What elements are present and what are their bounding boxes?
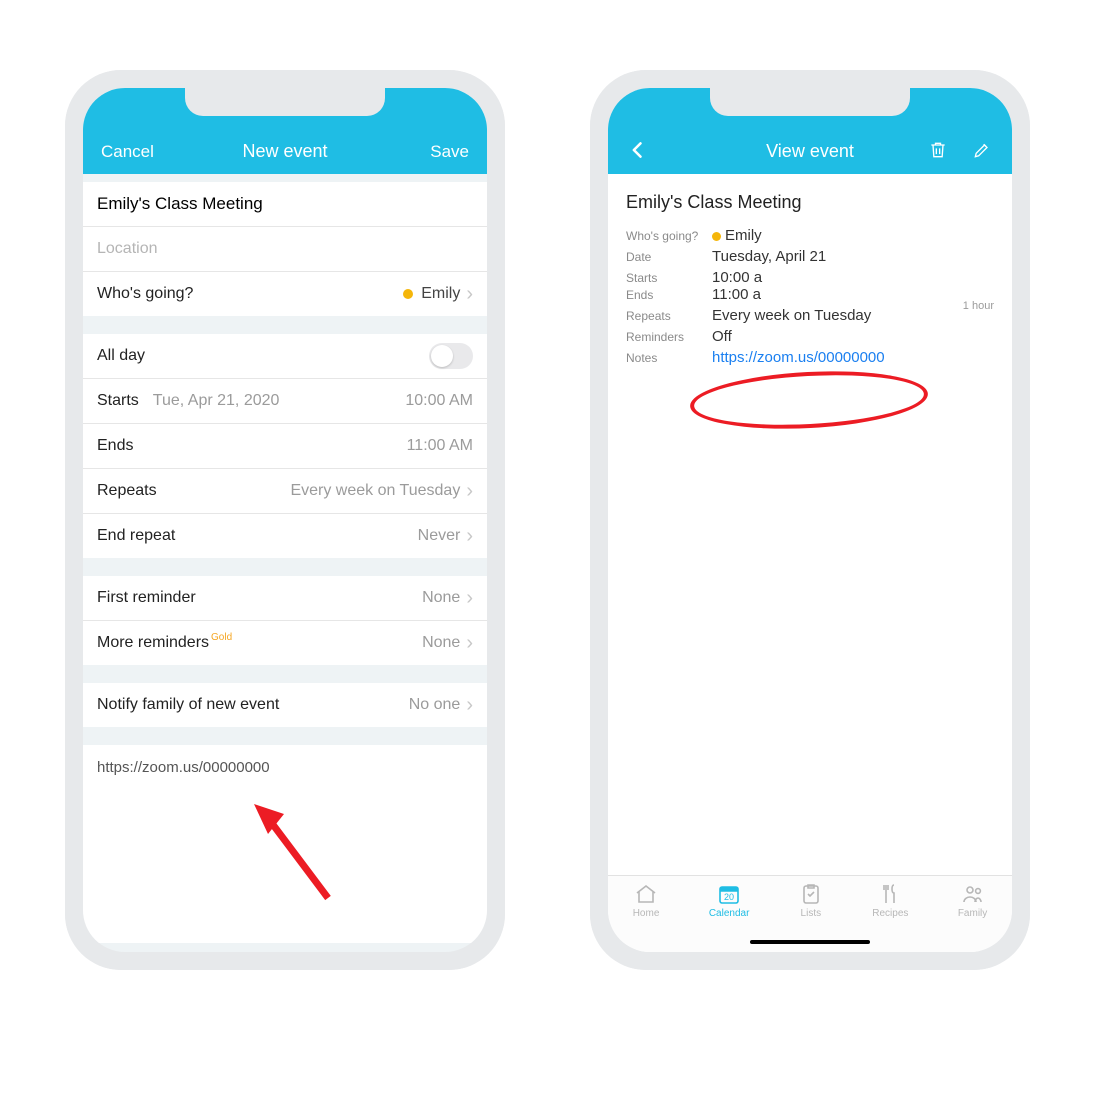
whos-going-label: Who's going? [97,285,193,303]
repeats-row[interactable]: Repeats Every week on Tuesday › [83,468,487,513]
reminders-row: Reminders Off [626,328,994,345]
repeats-label: Repeats [626,309,712,323]
event-details: Emily's Class Meeting Who's going? Emily… [608,174,1012,875]
end-repeat-value: Never [418,527,461,545]
starts-label: Starts [626,271,712,285]
ends-row[interactable]: Ends 11:00 AM [83,423,487,468]
whos-going-label: Who's going? [626,229,712,243]
date-label: Date [626,250,712,264]
phone-mockup-new-event: Cancel New event Save Emily's Class Meet… [65,70,505,970]
first-reminder-row[interactable]: First reminder None › [83,576,487,620]
home-indicator [750,940,870,944]
repeats-value: Every week on Tuesday [712,307,871,324]
all-day-toggle[interactable] [429,343,473,369]
all-day-row: All day [83,334,487,378]
repeats-label: Repeats [97,482,157,500]
location-field[interactable]: Location [83,226,487,271]
notch [185,88,385,116]
tab-family[interactable]: Family [958,882,987,919]
notes-link[interactable]: https://zoom.us/00000000 [712,349,885,366]
ends-time: 11:00 AM [407,437,473,455]
chevron-right-icon: › [466,633,473,653]
notify-family-value: No one [409,696,461,714]
more-reminders-label: More reminders [97,634,209,651]
screen: Cancel New event Save Emily's Class Meet… [83,88,487,952]
tab-label: Calendar [709,908,750,919]
all-day-label: All day [97,347,145,365]
notch [710,88,910,116]
more-reminders-value: None [422,634,460,652]
ends-label: Ends [626,288,712,302]
location-placeholder: Location [97,240,158,258]
calendar-day: 20 [724,892,734,902]
tab-calendar[interactable]: 20 Calendar [709,882,750,919]
event-title: Emily's Class Meeting [626,192,994,213]
starts-date: Tue, Apr 21, 2020 [153,392,280,410]
starts-row: Starts 10:00 a 1 hour [626,269,994,286]
whos-going-row: Who's going? Emily [626,227,994,244]
reminders-value: Off [712,328,732,345]
repeats-row: Repeats Every week on Tuesday [626,307,994,324]
phone-mockup-view-event: View event Emily's [590,70,1030,970]
chevron-right-icon: › [466,284,473,304]
end-repeat-row[interactable]: End repeat Never › [83,513,487,558]
ends-value: 11:00 a [712,286,761,303]
chevron-right-icon: › [466,695,473,715]
tab-label: Lists [801,908,822,919]
starts-label: Starts [97,392,139,410]
event-title-field[interactable]: Emily's Class Meeting [83,182,487,226]
cancel-button[interactable]: Cancel [101,142,154,162]
notes-row: Notes https://zoom.us/00000000 [626,349,994,366]
end-repeat-label: End repeat [97,527,175,545]
reminders-label: Reminders [626,330,712,344]
whos-going-row[interactable]: Who's going? Emily › [83,271,487,316]
ends-row: Ends 11:00 a [626,286,994,303]
ends-label: Ends [97,437,133,455]
back-button[interactable] [626,138,650,162]
tab-home[interactable]: Home [633,882,660,919]
notes-value: https://zoom.us/00000000 [97,759,270,776]
notes-field[interactable]: https://zoom.us/00000000 [83,745,487,943]
tab-recipes[interactable]: Recipes [872,882,908,919]
edit-button[interactable] [970,138,994,162]
notes-label: Notes [626,351,712,365]
notify-family-label: Notify family of new event [97,696,279,714]
tab-label: Home [633,908,660,919]
screen: View event Emily's [608,88,1012,952]
circle-annotation [689,366,930,434]
starts-time: 10:00 AM [405,392,473,410]
repeats-value: Every week on Tuesday [290,482,460,500]
first-reminder-label: First reminder [97,589,196,607]
member-color-dot [712,232,721,241]
starts-value: 10:00 a [712,269,762,286]
chevron-right-icon: › [466,526,473,546]
date-row: Date Tuesday, April 21 [626,248,994,265]
starts-row[interactable]: Starts Tue, Apr 21, 2020 10:00 AM [83,378,487,423]
tab-lists[interactable]: Lists [799,882,823,919]
chevron-right-icon: › [466,481,473,501]
delete-button[interactable] [926,138,950,162]
chevron-right-icon: › [466,588,473,608]
save-button[interactable]: Save [430,142,469,162]
member-color-dot [403,289,413,299]
gold-badge: Gold [211,632,232,643]
duration-value: 1 hour [963,300,994,312]
event-title-value: Emily's Class Meeting [97,194,263,214]
whos-going-value: Emily [725,227,762,244]
more-reminders-row[interactable]: More remindersGold None › [83,620,487,665]
first-reminder-value: None [422,589,460,607]
notify-family-row[interactable]: Notify family of new event No one › [83,683,487,727]
tab-label: Family [958,908,987,919]
tab-label: Recipes [872,908,908,919]
date-value: Tuesday, April 21 [712,248,826,265]
whos-going-value: Emily [421,285,460,303]
